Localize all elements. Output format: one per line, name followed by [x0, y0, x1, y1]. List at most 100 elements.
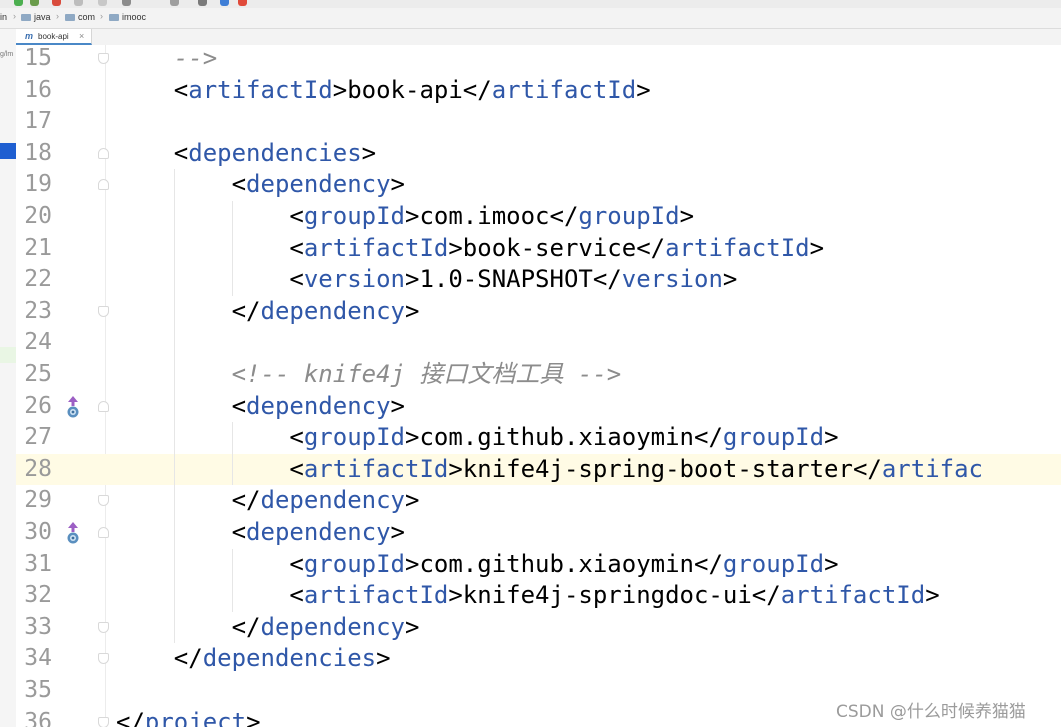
build-icon[interactable] — [74, 0, 83, 6]
line-number[interactable]: 36 — [16, 707, 52, 727]
code-line[interactable]: 20 <groupId>com.imooc</groupId> — [16, 201, 1061, 233]
code-text[interactable]: <artifactId>book-service</artifactId> — [116, 233, 824, 265]
update-icon[interactable] — [220, 0, 229, 6]
fold-marker-icon[interactable] — [98, 179, 109, 191]
code-line[interactable]: 29 </dependency> — [16, 485, 1061, 517]
code-line[interactable]: 15 --> — [16, 45, 1061, 75]
code-text[interactable]: </dependencies> — [116, 643, 391, 675]
breadcrumb-item-java[interactable]: java — [21, 12, 51, 22]
code-text[interactable]: <dependencies> — [116, 138, 376, 170]
code-line[interactable]: 24 — [16, 327, 1061, 359]
code-line[interactable]: 34 </dependencies> — [16, 643, 1061, 675]
fold-marker-icon[interactable] — [98, 495, 109, 507]
debug-icon[interactable] — [30, 0, 39, 6]
code-line[interactable]: 19 <dependency> — [16, 169, 1061, 201]
breadcrumb-label: imooc — [122, 12, 147, 22]
code-text[interactable]: </dependency> — [116, 485, 420, 517]
indent-guide — [231, 548, 233, 612]
code-text[interactable]: --> — [116, 45, 217, 75]
code-line[interactable]: 21 <artifactId>book-service</artifactId> — [16, 233, 1061, 265]
project-tree-item-added[interactable] — [0, 347, 16, 363]
breadcrumb-separator: › — [13, 11, 16, 21]
editor-tab-bar: m book-api × — [16, 29, 1061, 46]
code-editor[interactable]: 15 --> 16 <artifactId>book-api</artifactI… — [16, 45, 1061, 727]
code-line[interactable]: 16 <artifactId>book-api</artifactId> — [16, 75, 1061, 107]
code-text[interactable]: <!-- knife4j 接口文档工具 --> — [116, 359, 622, 391]
code-line[interactable]: 27 <groupId>com.github.xiaoymin</groupId… — [16, 422, 1061, 454]
code-text[interactable]: <dependency> — [116, 391, 405, 423]
search-icon[interactable] — [170, 0, 179, 6]
fold-marker-icon[interactable] — [98, 653, 109, 665]
breadcrumb-item-imooc[interactable]: imooc — [109, 12, 146, 22]
fold-marker-icon[interactable] — [98, 716, 109, 727]
close-icon[interactable]: × — [79, 31, 84, 41]
code-line[interactable]: 33 </dependency> — [16, 612, 1061, 644]
stop-icon[interactable] — [52, 0, 61, 6]
line-number[interactable]: 22 — [16, 264, 52, 296]
project-tree-selection[interactable] — [0, 143, 16, 159]
settings-icon[interactable] — [98, 0, 107, 6]
line-number[interactable]: 33 — [16, 612, 52, 644]
line-number[interactable]: 15 — [16, 45, 52, 75]
code-text[interactable]: <version>1.0-SNAPSHOT</version> — [116, 264, 737, 296]
fold-marker-icon[interactable] — [98, 400, 109, 412]
line-number[interactable]: 23 — [16, 296, 52, 328]
line-number[interactable]: 19 — [16, 169, 52, 201]
breadcrumb-item-com[interactable]: com — [65, 12, 95, 22]
line-number[interactable]: 29 — [16, 485, 52, 517]
code-text[interactable]: </project> — [116, 707, 261, 727]
line-number[interactable]: 28 — [16, 454, 52, 486]
code-text[interactable]: <artifactId>book-api</artifactId> — [116, 75, 651, 107]
code-line[interactable]: 22 <version>1.0-SNAPSHOT</version> — [16, 264, 1061, 296]
code-line[interactable]: 26 <dependency> — [16, 391, 1061, 423]
code-line[interactable]: 32 <artifactId>knife4j-springdoc-ui</art… — [16, 580, 1061, 612]
indent-guide — [173, 169, 175, 644]
fold-marker-icon[interactable] — [98, 621, 109, 633]
line-number[interactable]: 16 — [16, 75, 52, 107]
line-number[interactable]: 25 — [16, 359, 52, 391]
line-number[interactable]: 17 — [16, 106, 52, 138]
line-number[interactable]: 26 — [16, 391, 52, 423]
code-text[interactable]: <groupId>com.github.xiaoymin</groupId> — [116, 422, 838, 454]
breadcrumb-item-main[interactable]: in — [0, 12, 7, 22]
tab-book-api[interactable]: m book-api × — [16, 29, 92, 45]
vcs-icon[interactable] — [198, 0, 207, 6]
line-number[interactable]: 21 — [16, 233, 52, 265]
folder-icon — [21, 13, 31, 21]
wrench-icon[interactable] — [122, 0, 131, 6]
code-text[interactable]: <groupId>com.github.xiaoymin</groupId> — [116, 549, 838, 581]
line-number[interactable]: 34 — [16, 643, 52, 675]
maven-dependency-icon[interactable] — [65, 395, 81, 419]
commit-icon[interactable] — [238, 0, 247, 6]
line-number[interactable]: 35 — [16, 675, 52, 707]
fold-marker-icon[interactable] — [98, 53, 109, 64]
code-line[interactable]: 28 <artifactId>knife4j-spring-boot-start… — [16, 453, 1061, 486]
maven-dependency-icon[interactable] — [65, 521, 81, 545]
run-icon[interactable] — [14, 0, 23, 6]
code-text[interactable]: </dependency> — [116, 612, 420, 644]
line-number[interactable]: 30 — [16, 517, 52, 549]
code-line[interactable]: 31 <groupId>com.github.xiaoymin</groupId… — [16, 549, 1061, 581]
code-text[interactable]: <dependency> — [116, 517, 405, 549]
line-number[interactable]: 32 — [16, 580, 52, 612]
fold-marker-icon[interactable] — [98, 305, 109, 317]
code-line[interactable]: 18 <dependencies> — [16, 138, 1061, 170]
code-text[interactable]: <artifactId>knife4j-springdoc-ui</artifa… — [116, 580, 939, 612]
code-text[interactable]: </dependency> — [116, 296, 420, 328]
indent-guide — [231, 201, 233, 296]
code-text[interactable]: <artifactId>knife4j-spring-boot-starter<… — [116, 454, 983, 486]
line-number[interactable]: 20 — [16, 201, 52, 233]
fold-marker-icon[interactable] — [98, 147, 109, 159]
line-number[interactable]: 18 — [16, 138, 52, 170]
code-text[interactable]: <dependency> — [116, 169, 405, 201]
project-panel[interactable]: g/lm — [0, 29, 17, 727]
code-line[interactable]: 30 <dependency> — [16, 517, 1061, 549]
code-line[interactable]: 23 </dependency> — [16, 296, 1061, 328]
line-number[interactable]: 31 — [16, 549, 52, 581]
fold-marker-icon[interactable] — [98, 527, 109, 538]
code-line[interactable]: 25 <!-- knife4j 接口文档工具 --> — [16, 359, 1061, 391]
line-number[interactable]: 24 — [16, 327, 52, 359]
code-text[interactable]: <groupId>com.imooc</groupId> — [116, 201, 694, 233]
line-number[interactable]: 27 — [16, 422, 52, 454]
code-line[interactable]: 17 — [16, 106, 1061, 138]
